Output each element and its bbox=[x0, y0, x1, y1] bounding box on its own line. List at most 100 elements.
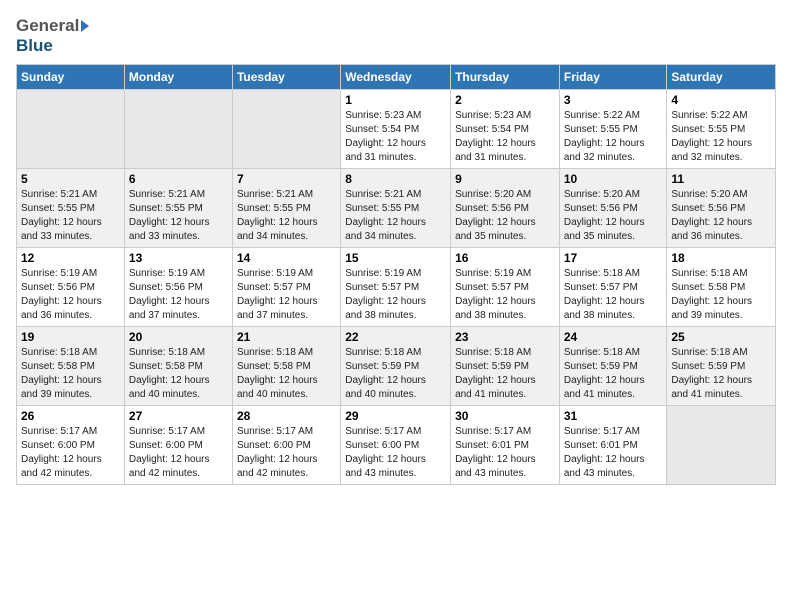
day-number: 21 bbox=[237, 330, 336, 344]
day-number: 23 bbox=[455, 330, 555, 344]
day-info: Sunrise: 5:21 AMSunset: 5:55 PMDaylight:… bbox=[21, 188, 120, 244]
logo-icon bbox=[81, 20, 89, 32]
calendar-header-row: SundayMondayTuesdayWednesdayThursdayFrid… bbox=[17, 65, 776, 90]
day-number: 24 bbox=[564, 330, 663, 344]
day-info: Sunrise: 5:19 AMSunset: 5:57 PMDaylight:… bbox=[455, 267, 555, 323]
calendar-cell: 26 Sunrise: 5:17 AMSunset: 6:00 PMDayligh… bbox=[17, 406, 125, 485]
calendar-cell bbox=[667, 406, 776, 485]
calendar-week-row: 19 Sunrise: 5:18 AMSunset: 5:58 PMDayligh… bbox=[17, 327, 776, 406]
day-number: 20 bbox=[129, 330, 228, 344]
day-info: Sunrise: 5:19 AMSunset: 5:56 PMDaylight:… bbox=[21, 267, 120, 323]
day-info: Sunrise: 5:19 AMSunset: 5:57 PMDaylight:… bbox=[237, 267, 336, 323]
calendar-cell: 14 Sunrise: 5:19 AMSunset: 5:57 PMDayligh… bbox=[232, 248, 340, 327]
day-number: 16 bbox=[455, 251, 555, 265]
day-info: Sunrise: 5:20 AMSunset: 5:56 PMDaylight:… bbox=[671, 188, 771, 244]
day-number: 6 bbox=[129, 172, 228, 186]
day-info: Sunrise: 5:17 AMSunset: 6:00 PMDaylight:… bbox=[129, 425, 228, 481]
calendar-cell: 25Sunrise: 5:18 AMSunset: 5:59 PMDayligh… bbox=[667, 327, 776, 406]
calendar-cell: 20 Sunrise: 5:18 AMSunset: 5:58 PMDayligh… bbox=[124, 327, 232, 406]
calendar-cell: 27 Sunrise: 5:17 AMSunset: 6:00 PMDayligh… bbox=[124, 406, 232, 485]
day-info: Sunrise: 5:18 AMSunset: 5:57 PMDaylight:… bbox=[564, 267, 663, 323]
day-info: Sunrise: 5:20 AMSunset: 5:56 PMDaylight:… bbox=[455, 188, 555, 244]
calendar-cell: 30 Sunrise: 5:17 AMSunset: 6:01 PMDayligh… bbox=[451, 406, 560, 485]
calendar-cell: 23 Sunrise: 5:18 AMSunset: 5:59 PMDayligh… bbox=[451, 327, 560, 406]
calendar-cell: 12 Sunrise: 5:19 AMSunset: 5:56 PMDayligh… bbox=[17, 248, 125, 327]
day-info: Sunrise: 5:17 AMSunset: 6:01 PMDaylight:… bbox=[564, 425, 663, 481]
calendar-cell: 8Sunrise: 5:21 AMSunset: 5:55 PMDaylight… bbox=[341, 169, 451, 248]
calendar-cell: 6 Sunrise: 5:21 AMSunset: 5:55 PMDaylight… bbox=[124, 169, 232, 248]
calendar-table: SundayMondayTuesdayWednesdayThursdayFrid… bbox=[16, 64, 776, 485]
day-info: Sunrise: 5:17 AMSunset: 6:01 PMDaylight:… bbox=[455, 425, 555, 481]
calendar-cell bbox=[232, 90, 340, 169]
day-number: 31 bbox=[564, 409, 663, 423]
day-number: 5 bbox=[21, 172, 120, 186]
day-info: Sunrise: 5:20 AMSunset: 5:56 PMDaylight:… bbox=[564, 188, 663, 244]
day-number: 13 bbox=[129, 251, 228, 265]
day-info: Sunrise: 5:22 AMSunset: 5:55 PMDaylight:… bbox=[564, 109, 663, 165]
calendar-day-header: Monday bbox=[124, 65, 232, 90]
calendar-day-header: Wednesday bbox=[341, 65, 451, 90]
calendar-cell: 11 Sunrise: 5:20 AMSunset: 5:56 PMDayligh… bbox=[667, 169, 776, 248]
day-info: Sunrise: 5:18 AMSunset: 5:59 PMDaylight:… bbox=[455, 346, 555, 402]
calendar-cell: 29 Sunrise: 5:17 AMSunset: 6:00 PMDayligh… bbox=[341, 406, 451, 485]
day-info: Sunrise: 5:18 AMSunset: 5:58 PMDaylight:… bbox=[21, 346, 120, 402]
day-info: Sunrise: 5:18 AMSunset: 5:59 PMDaylight:… bbox=[564, 346, 663, 402]
calendar-cell: 21 Sunrise: 5:18 AMSunset: 5:58 PMDayligh… bbox=[232, 327, 340, 406]
calendar-cell: 10 Sunrise: 5:20 AMSunset: 5:56 PMDayligh… bbox=[559, 169, 667, 248]
day-info: Sunrise: 5:22 AMSunset: 5:55 PMDaylight:… bbox=[671, 109, 771, 165]
calendar-cell: 9 Sunrise: 5:20 AMSunset: 5:56 PMDaylight… bbox=[451, 169, 560, 248]
calendar-day-header: Tuesday bbox=[232, 65, 340, 90]
calendar-cell: 15Sunrise: 5:19 AMSunset: 5:57 PMDayligh… bbox=[341, 248, 451, 327]
day-number: 7 bbox=[237, 172, 336, 186]
calendar-cell: 17 Sunrise: 5:18 AMSunset: 5:57 PMDayligh… bbox=[559, 248, 667, 327]
day-number: 9 bbox=[455, 172, 555, 186]
day-number: 29 bbox=[345, 409, 446, 423]
logo-general: General bbox=[16, 16, 79, 36]
logo-blue: Blue bbox=[16, 36, 53, 56]
day-number: 28 bbox=[237, 409, 336, 423]
day-number: 30 bbox=[455, 409, 555, 423]
day-number: 14 bbox=[237, 251, 336, 265]
day-number: 4 bbox=[671, 93, 771, 107]
day-info: Sunrise: 5:18 AMSunset: 5:59 PMDaylight:… bbox=[345, 346, 446, 402]
day-number: 11 bbox=[671, 172, 771, 186]
day-info: Sunrise: 5:17 AMSunset: 6:00 PMDaylight:… bbox=[345, 425, 446, 481]
day-number: 17 bbox=[564, 251, 663, 265]
calendar-cell: 22 Sunrise: 5:18 AMSunset: 5:59 PMDayligh… bbox=[341, 327, 451, 406]
calendar-day-header: Thursday bbox=[451, 65, 560, 90]
calendar-cell: 2Sunrise: 5:23 AMSunset: 5:54 PMDaylight… bbox=[451, 90, 560, 169]
day-number: 1 bbox=[345, 93, 446, 107]
calendar-cell: 1Sunrise: 5:23 AMSunset: 5:54 PMDaylight… bbox=[341, 90, 451, 169]
day-info: Sunrise: 5:18 AMSunset: 5:58 PMDaylight:… bbox=[671, 267, 771, 323]
day-info: Sunrise: 5:21 AMSunset: 5:55 PMDaylight:… bbox=[237, 188, 336, 244]
calendar-cell: 24 Sunrise: 5:18 AMSunset: 5:59 PMDayligh… bbox=[559, 327, 667, 406]
calendar-cell: 31 Sunrise: 5:17 AMSunset: 6:01 PMDayligh… bbox=[559, 406, 667, 485]
day-info: Sunrise: 5:18 AMSunset: 5:58 PMDaylight:… bbox=[129, 346, 228, 402]
day-number: 22 bbox=[345, 330, 446, 344]
day-info: Sunrise: 5:18 AMSunset: 5:58 PMDaylight:… bbox=[237, 346, 336, 402]
day-number: 27 bbox=[129, 409, 228, 423]
logo: General Blue bbox=[16, 16, 89, 56]
calendar-week-row: 26 Sunrise: 5:17 AMSunset: 6:00 PMDayligh… bbox=[17, 406, 776, 485]
calendar-cell: 19 Sunrise: 5:18 AMSunset: 5:58 PMDayligh… bbox=[17, 327, 125, 406]
calendar-week-row: 1 Sunrise: 5:23 AMSunset: 5:54 PMDaylight… bbox=[17, 90, 776, 169]
day-info: Sunrise: 5:17 AMSunset: 6:00 PMDaylight:… bbox=[237, 425, 336, 481]
day-number: 15 bbox=[345, 251, 446, 265]
calendar-day-header: Friday bbox=[559, 65, 667, 90]
calendar-cell: 5 Sunrise: 5:21 AMSunset: 5:55 PMDaylight… bbox=[17, 169, 125, 248]
calendar-week-row: 5 Sunrise: 5:21 AMSunset: 5:55 PMDaylight… bbox=[17, 169, 776, 248]
calendar-day-header: Saturday bbox=[667, 65, 776, 90]
day-number: 3 bbox=[564, 93, 663, 107]
day-info: Sunrise: 5:17 AMSunset: 6:00 PMDaylight:… bbox=[21, 425, 120, 481]
day-number: 10 bbox=[564, 172, 663, 186]
day-number: 26 bbox=[21, 409, 120, 423]
day-number: 12 bbox=[21, 251, 120, 265]
calendar-cell: 13 Sunrise: 5:19 AMSunset: 5:56 PMDayligh… bbox=[124, 248, 232, 327]
day-info: Sunrise: 5:21 AMSunset: 5:55 PMDaylight:… bbox=[345, 188, 446, 244]
day-info: Sunrise: 5:21 AMSunset: 5:55 PMDaylight:… bbox=[129, 188, 228, 244]
day-info: Sunrise: 5:19 AMSunset: 5:56 PMDaylight:… bbox=[129, 267, 228, 323]
calendar-cell: 18Sunrise: 5:18 AMSunset: 5:58 PMDayligh… bbox=[667, 248, 776, 327]
day-number: 19 bbox=[21, 330, 120, 344]
calendar-cell: 16 Sunrise: 5:19 AMSunset: 5:57 PMDayligh… bbox=[451, 248, 560, 327]
day-info: Sunrise: 5:23 AMSunset: 5:54 PMDaylight:… bbox=[455, 109, 555, 165]
